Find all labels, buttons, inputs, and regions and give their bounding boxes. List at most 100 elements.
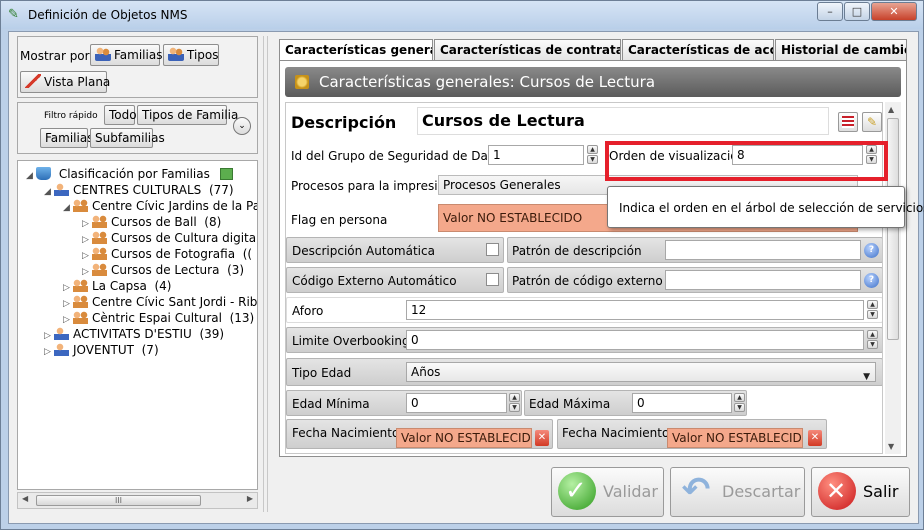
spin-down-icon[interactable]: ▼ — [867, 310, 878, 319]
filter-subfamilias-button[interactable]: Subfamilias — [90, 128, 165, 148]
pencil-icon: ✎ — [866, 115, 878, 129]
spin-down-icon[interactable]: ▼ — [509, 403, 520, 412]
tree-node-cultura-digital[interactable]: ▷ Cursos de Cultura digita — [82, 230, 256, 246]
scroll-down-arrow-icon[interactable]: ▼ — [888, 442, 894, 451]
clear-x-icon[interactable]: ✕ — [808, 430, 822, 446]
family-icon — [95, 47, 111, 61]
tree-node-ball[interactable]: ▷ Cursos de Ball (8) — [82, 214, 221, 230]
edit-pencil-button[interactable]: ✎ — [862, 112, 882, 132]
undo-arrow-icon: ↶ — [681, 470, 711, 510]
edad-min-input[interactable]: 0 — [406, 393, 507, 413]
close-button[interactable]: ✕ — [871, 2, 917, 21]
patron-cod-input[interactable] — [665, 270, 861, 290]
types-icon — [168, 47, 184, 61]
spin-down-icon[interactable]: ▼ — [734, 403, 745, 412]
spin-up-icon[interactable]: ▲ — [509, 393, 520, 402]
tree-node-jardins[interactable]: ◢ Centre Cívic Jardins de la Pa — [63, 198, 257, 214]
section-header-title: Características generales: Cursos de Lec… — [319, 73, 656, 91]
patron-desc-input[interactable] — [665, 240, 861, 260]
aforo-label: Aforo — [292, 304, 324, 318]
language-flag-button[interactable] — [838, 112, 858, 132]
tree-node-count: (13) — [229, 311, 255, 325]
app-window: ✎ Definición de Objetos NMS – □ ✕ Mostra… — [0, 0, 924, 530]
aforo-input[interactable]: 12 — [406, 300, 864, 320]
quick-filter-group: Filtro rápido Todo Tipos de Familia Fami… — [17, 102, 258, 154]
family-icon — [54, 327, 69, 340]
tree-node-lectura[interactable]: ▷ Cursos de Lectura (3) — [82, 262, 244, 278]
grupo-seguridad-input[interactable]: 1 — [488, 145, 584, 165]
tree-node-label: Cursos de Ball — [111, 215, 197, 229]
spin-down-icon[interactable]: ▼ — [587, 155, 598, 164]
desc-automatica-checkbox[interactable] — [486, 243, 499, 256]
descripcion-input[interactable]: Cursos de Lectura — [417, 107, 829, 135]
familias-view-button[interactable]: Familias — [90, 44, 162, 66]
edad-min-stepper[interactable]: ▲ ▼ — [509, 393, 520, 413]
desc-automatica-box: Descripción Automática — [286, 237, 504, 263]
spin-up-icon[interactable]: ▲ — [587, 145, 598, 154]
clear-x-icon[interactable]: ✕ — [535, 430, 549, 446]
expand-filter-chevron-icon[interactable]: ⌄ — [233, 117, 251, 135]
aforo-stepper[interactable]: ▲ ▼ — [867, 300, 878, 320]
filter-todo-button[interactable]: Todo — [104, 105, 137, 125]
tab-acceso[interactable]: Características de acceso — [622, 39, 774, 61]
validar-button[interactable]: ✓ Validar — [551, 467, 664, 517]
tree-horizontal-scrollbar[interactable]: ◀ III ▶ — [17, 492, 258, 509]
grupo-seguridad-label: Id del Grupo de Seguridad de Datos — [291, 149, 507, 163]
cod-ext-auto-checkbox[interactable] — [486, 273, 499, 286]
fecha-nac-label-1: Fecha Nacimiento — [292, 426, 400, 440]
tree-node-label: Cursos de Lectura — [111, 263, 220, 277]
tree-node-la-capsa[interactable]: ▷ La Capsa (4) — [63, 278, 171, 294]
limite-stepper[interactable]: ▲ ▼ — [867, 330, 878, 350]
edad-max-input[interactable]: 0 — [632, 393, 732, 413]
tab-historial[interactable]: Historial de cambios — [775, 39, 907, 61]
maximize-button[interactable]: □ — [844, 2, 870, 21]
grupo-seguridad-stepper[interactable]: ▲ ▼ — [587, 145, 598, 165]
tree-node-centres[interactable]: ◢ CENTRES CULTURALS (77) — [44, 182, 234, 198]
spin-up-icon[interactable]: ▲ — [734, 393, 745, 402]
checkmark-icon: ✓ — [558, 472, 596, 510]
scroll-up-arrow-icon[interactable]: ▲ — [888, 105, 894, 114]
tree-node-root[interactable]: ◢ Clasificación por Familias — [26, 166, 233, 182]
edad-max-label: Edad Máxima — [529, 397, 611, 411]
limite-input[interactable]: 0 — [406, 330, 864, 350]
tree-node-label: Cursos de Cultura digita — [111, 231, 257, 245]
minimize-button[interactable]: – — [817, 2, 843, 21]
spin-up-icon[interactable]: ▲ — [867, 300, 878, 309]
scroll-right-arrow-icon[interactable]: ▶ — [247, 494, 253, 503]
help-icon[interactable]: ? — [864, 243, 879, 258]
tab-caracteristicas-generales[interactable]: Características generales — [279, 39, 433, 62]
edad-min-label: Edad Mínima — [292, 397, 370, 411]
fecha-nac-value-1[interactable]: Valor NO ESTABLECIDO — [396, 428, 532, 448]
section-header: Características generales: Cursos de Lec… — [285, 67, 901, 97]
spin-down-icon[interactable]: ▼ — [867, 340, 878, 349]
scrollbar-thumb[interactable] — [887, 118, 899, 340]
filter-tipos-familia-button[interactable]: Tipos de Familia — [137, 105, 238, 125]
tipo-edad-value: Años — [411, 365, 441, 379]
tipo-edad-select[interactable]: Años ▼ — [406, 362, 876, 382]
spin-up-icon[interactable]: ▲ — [867, 330, 878, 339]
tipos-view-button[interactable]: Tipos — [163, 44, 219, 66]
app-icon: ✎ — [8, 7, 19, 22]
panel-splitter[interactable] — [263, 36, 268, 512]
tree-node-sant-jordi[interactable]: ▷ Centre Cívic Sant Jordi - Rib — [63, 294, 257, 310]
tree-node-centric[interactable]: ▷ Cèntric Espai Cultural (13) — [63, 310, 254, 326]
filter-familias-button[interactable]: Familias — [40, 128, 93, 148]
tree-node-count: (77) — [208, 183, 234, 197]
add-family-icon[interactable] — [219, 168, 233, 180]
fecha-nac-value-2[interactable]: Valor NO ESTABLECIDO — [667, 428, 803, 448]
limite-row: Limite Overbooking 0 ▲ ▼ — [286, 327, 882, 353]
view-mode-group: Mostrar por: Familias Tipos Vista Plana — [17, 36, 258, 98]
tab-contratacion[interactable]: Características de contratació... — [434, 39, 621, 61]
descartar-button[interactable]: ↶ Descartar — [670, 467, 805, 517]
tipos-view-label: Tipos — [187, 48, 219, 62]
tree-node-fotografia[interactable]: ▷ Cursos de Fotografia (( — [82, 246, 252, 262]
scroll-left-arrow-icon[interactable]: ◀ — [22, 494, 28, 503]
family-icon — [54, 183, 69, 196]
help-icon[interactable]: ? — [864, 273, 879, 288]
edad-max-stepper[interactable]: ▲ ▼ — [734, 393, 745, 413]
tree-node-joventut[interactable]: ▷ JOVENTUT (7) — [44, 342, 159, 358]
salir-button[interactable]: ✕ Salir — [811, 467, 910, 517]
tree-node-activitats[interactable]: ▷ ACTIVITATS D'ESTIU (39) — [44, 326, 224, 342]
scrollbar-thumb[interactable]: III — [36, 495, 201, 506]
vista-plana-button[interactable]: Vista Plana — [20, 71, 110, 93]
